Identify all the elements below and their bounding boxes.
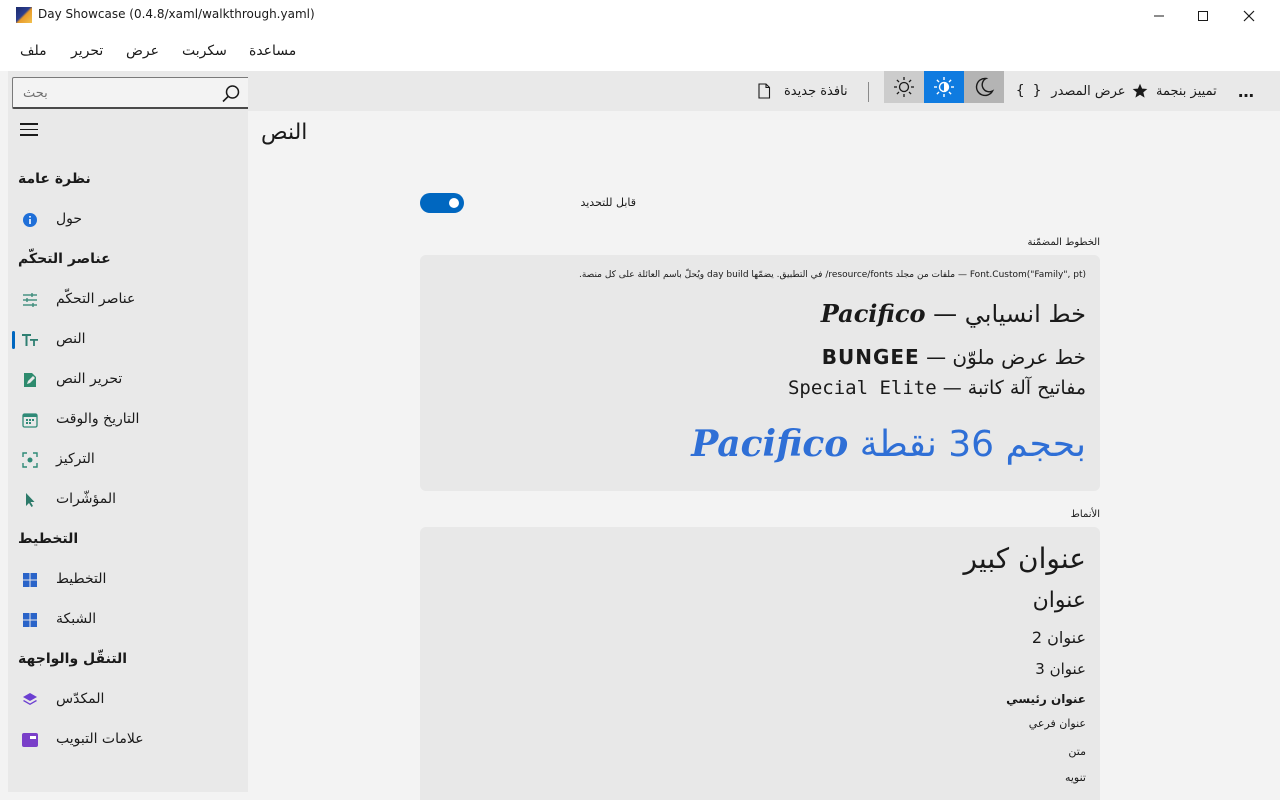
sidebar-item-label: حول (56, 211, 83, 227)
style-title-large: عنوان كبير (963, 542, 1086, 575)
sun-icon (894, 77, 914, 97)
sidebar-item-label: علامات التبويب (56, 731, 144, 747)
minimize-icon (1154, 15, 1164, 16)
sidebar-item-layout[interactable]: التخطيط (12, 562, 244, 598)
sliders-icon (23, 293, 37, 307)
close-icon (1243, 10, 1255, 21)
light-theme-button[interactable] (884, 71, 924, 103)
search-icon[interactable] (221, 84, 241, 104)
star-icon (1132, 83, 1148, 98)
info-icon (23, 213, 37, 227)
nav-section-controls: عناصر التحكّم (18, 251, 111, 267)
style-title2: عنوان 2 (1031, 628, 1086, 647)
nav-section-overview: نظرة عامة (18, 171, 91, 187)
page-title: النص (261, 120, 308, 145)
maximize-button[interactable] (1180, 0, 1226, 31)
dark-theme-button[interactable] (964, 71, 1004, 103)
menu-view[interactable]: عرض (126, 43, 159, 59)
selectable-toggle-label: قابل للتحديد (580, 196, 636, 209)
toolbar-separator (868, 82, 869, 102)
menu-edit[interactable]: تحرير (71, 43, 103, 59)
auto-brightness-icon (934, 77, 954, 97)
styles-card: عنوان كبير عنوان عنوان 2 عنوان 3 عنوان ر… (420, 527, 1100, 800)
sidebar-item-grid[interactable]: الشبكة (12, 602, 244, 638)
grid-icon (23, 613, 37, 627)
sidebar-item-text[interactable]: النص (12, 322, 244, 358)
favorite-button[interactable]: تمييز بنجمة (1132, 71, 1217, 111)
search-box[interactable] (12, 77, 252, 109)
sidebar-item-label: المكدّس (56, 691, 105, 707)
view-source-label: عرض المصدر (1051, 83, 1126, 99)
favorite-label: تمييز بنجمة (1156, 83, 1217, 99)
style-headline: عنوان رئيسي (1006, 692, 1086, 706)
edit-text-icon (24, 373, 36, 387)
sidebar-item-label: الشبكة (56, 611, 97, 627)
pacifico-36pt-sample: بحجم 36 نقطة Pacifico (691, 423, 1086, 465)
style-caption: تنويه (1064, 771, 1086, 784)
sidebar-item-tabs[interactable]: علامات التبويب (12, 722, 244, 758)
style-body: متن (1068, 745, 1086, 758)
focus-icon (22, 452, 38, 468)
style-title: عنوان (1032, 588, 1086, 613)
selection-indicator (12, 331, 15, 349)
title-bar: Day Showcase (0.4.8/xaml/walkthrough.yam… (0, 0, 1280, 31)
sidebar-item-stack[interactable]: المكدّس (12, 682, 244, 718)
sidebar-item-text-editing[interactable]: تحرير النص (12, 362, 244, 398)
calendar-icon (22, 413, 38, 428)
style-title3: عنوان 3 (1035, 660, 1086, 678)
sidebar-item-pointers[interactable]: المؤشّرات (12, 482, 244, 518)
sidebar-item-label: التاريخ والوقت (56, 411, 140, 427)
close-button[interactable] (1226, 0, 1272, 31)
pointer-icon (26, 493, 35, 507)
menu-file[interactable]: ملف (20, 43, 47, 59)
menu-bar: ملف تحرير عرض سكربت مساعدة (0, 31, 1280, 71)
sidebar-item-label: التركيز (56, 451, 95, 467)
sidebar-item-date-time[interactable]: التاريخ والوقت (12, 402, 244, 438)
hamburger-menu-icon[interactable] (20, 123, 38, 139)
moon-icon (975, 77, 995, 97)
style-subheadline: عنوان فرعي (1028, 717, 1086, 730)
command-bar: نافذة جديدة { } عرض المصدر تمييز بنجمة … (248, 71, 1280, 111)
sidebar-item-focus[interactable]: التركيز (12, 442, 244, 478)
sidebar-item-about[interactable]: حول (12, 202, 244, 238)
more-options-button[interactable]: … (1238, 71, 1254, 111)
sidebar-item-label: التخطيط (56, 571, 107, 587)
new-window-button[interactable]: نافذة جديدة (756, 71, 848, 111)
minimize-button[interactable] (1136, 0, 1182, 31)
maximize-icon (1198, 10, 1208, 21)
bungee-sample: خط عرض ملوّن — BUNGEE (821, 345, 1086, 369)
view-source-button[interactable]: { } عرض المصدر (1016, 71, 1126, 111)
sidebar-item-label: تحرير النص (56, 371, 123, 387)
sidebar-item-label: عناصر التحكّم (56, 291, 136, 307)
pacifico-sample: خط انسيابي — Pacifico (820, 299, 1086, 328)
sidebar-item-label: النص (56, 331, 86, 347)
embedded-fonts-card: Font.Custom("Family", pt) — ملفات من مجل… (420, 255, 1100, 491)
sidebar-item-label: المؤشّرات (56, 491, 117, 507)
embedded-fonts-label: الخطوط المضمّنة (1027, 237, 1100, 248)
special-elite-sample: مفاتيح آلة كاتبة — Special Elite (787, 377, 1086, 399)
styles-label: الأنماط (1070, 509, 1100, 520)
fonts-note: Font.Custom("Family", pt) — ملفات من مجل… (578, 270, 1086, 280)
nav-section-navigation: التنقّل والواجهة (18, 651, 128, 667)
stack-layers-icon (23, 693, 37, 705)
new-document-icon (758, 83, 771, 99)
search-input[interactable] (13, 78, 213, 108)
text-icon (22, 334, 38, 346)
menu-script[interactable]: سكربت (182, 43, 227, 59)
sidebar-item-controls[interactable]: عناصر التحكّم (12, 282, 244, 318)
braces-icon: { } (1016, 83, 1042, 99)
sidebar: نظرة عامة حول عناصر التحكّم عناصر التحكّ… (8, 71, 252, 792)
auto-theme-button[interactable] (924, 71, 964, 103)
app-logo-icon (16, 7, 32, 23)
tabs-icon (22, 733, 38, 747)
new-window-label: نافذة جديدة (784, 83, 848, 99)
menu-help[interactable]: مساعدة (249, 43, 296, 59)
nav-section-layout: التخطيط (18, 531, 79, 547)
layout-grid-icon (23, 573, 37, 587)
window-title: Day Showcase (0.4.8/xaml/walkthrough.yam… (38, 7, 315, 21)
